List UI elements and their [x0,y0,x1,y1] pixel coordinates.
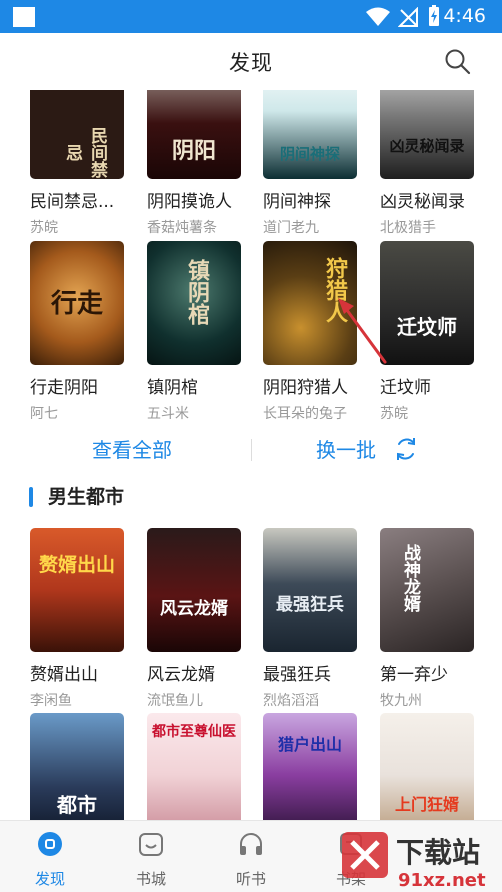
book-card[interactable]: 战神龙婿 第一弃少 牧九州 [380,528,474,710]
list-actions: 查看全部 换一批 [0,430,502,470]
book-cover[interactable]: 阴间神探 [263,90,357,179]
section-accent-bar [29,487,33,507]
view-all-button[interactable]: 查看全部 [92,434,172,463]
book-title[interactable]: 凶灵秘闻录 [380,187,490,212]
divider [251,439,252,461]
book-title[interactable]: 最强狂兵 [263,660,373,685]
book-card[interactable]: 猎户出山 [263,713,357,820]
book-title[interactable]: 赘婿出山 [30,660,140,685]
book-title[interactable]: 迁坟师 [380,373,490,398]
book-title[interactable]: 镇阴棺 [147,373,257,398]
book-author: 牧九州 [380,693,422,709]
site-watermark: 下载站 91xz.net [342,832,486,891]
page-title: 发现 [229,51,273,75]
book-author: 阿七 [30,406,58,422]
book-card[interactable]: 风云龙婿 风云龙婿 流氓鱼儿 [147,528,241,710]
book-title[interactable]: 民间禁忌... [30,187,140,212]
status-bar: 4:46 [0,0,502,33]
book-author: 苏皖 [380,406,408,422]
book-cover[interactable]: 战神龙婿 [380,528,474,652]
book-cover[interactable]: 赘婿出山 [30,528,124,652]
book-cover[interactable]: 风云龙婿 [147,528,241,652]
book-cover[interactable]: 都市至尊仙医 [147,713,241,820]
book-cover[interactable]: 最强狂兵 [263,528,357,652]
tab-label: 书城 [135,870,166,888]
book-cover[interactable]: 阴阳 [147,90,241,179]
headphones-icon [240,833,262,855]
refresh-button[interactable]: 换一批 [316,434,376,463]
tab-bookstore[interactable]: 书城 [111,821,191,892]
bookstore-icon [139,833,163,856]
book-author: 烈焰滔滔 [263,693,319,709]
book-card[interactable]: 都市 [30,713,124,820]
book-cover[interactable]: 行走 [30,241,124,365]
discover-content: 民间禁忌 民间禁忌... 苏皖 阴阳 阴阳摸诡人 香菇炖薯条 阴间神探 阴间神探… [0,90,502,820]
book-author: 北极猎手 [380,220,436,236]
book-cover[interactable]: 镇阴棺 [147,241,241,365]
notification-icon [13,7,35,27]
battery-icon [429,5,439,26]
book-card[interactable]: 民间禁忌 民间禁忌... 苏皖 [30,90,124,237]
book-cover[interactable]: 凶灵秘闻录 [380,90,474,179]
book-card[interactable]: 阴间神探 阴间神探 道门老九 [263,90,357,237]
book-author: 流氓鱼儿 [147,693,203,709]
book-cover[interactable]: 都市 [30,713,124,820]
book-card[interactable]: 镇阴棺 镇阴棺 五斗米 [147,241,241,423]
book-card[interactable]: 凶灵秘闻录 凶灵秘闻录 北极猎手 [380,90,474,237]
search-icon[interactable] [444,48,472,76]
discover-icon [38,832,62,856]
book-card[interactable]: 赘婿出山 赘婿出山 李闲鱼 [30,528,124,710]
book-card[interactable]: 上门狂婿 [380,713,474,820]
no-signal-icon [398,7,418,27]
book-title[interactable]: 第一弃少 [380,660,490,685]
tab-audiobook[interactable]: 听书 [211,821,291,892]
book-title[interactable]: 阴阳狩猎人 [263,373,373,398]
book-author: 香菇炖薯条 [147,220,217,236]
app-bar: 发现 [0,33,502,90]
tab-label: 发现 [34,870,65,888]
section-title: 男生都市 [48,486,125,508]
book-card[interactable]: 阴阳 阴阳摸诡人 香菇炖薯条 [147,90,241,237]
book-card[interactable]: 行走 行走阴阳 阿七 [30,241,124,423]
book-cover[interactable]: 猎户出山 [263,713,357,820]
book-author: 道门老九 [263,220,319,236]
refresh-icon[interactable] [393,436,419,462]
annotation-arrow-icon [338,298,387,364]
book-author: 苏皖 [30,220,58,236]
book-title[interactable]: 风云龙婿 [147,660,257,685]
tab-label: 听书 [235,870,266,888]
book-author: 五斗米 [147,406,189,422]
book-author: 长耳朵的兔子 [263,406,347,422]
book-card[interactable]: 最强狂兵 最强狂兵 烈焰滔滔 [263,528,357,710]
book-cover[interactable]: 民间禁忌 [30,90,124,179]
book-title[interactable]: 阴阳摸诡人 [147,187,257,212]
svg-text:91xz.net: 91xz.net [398,870,486,891]
book-title[interactable]: 行走阴阳 [30,373,140,398]
status-time: 4:46 [443,5,486,27]
tab-discover[interactable]: 发现 [10,821,90,892]
wifi-icon [366,7,390,26]
book-author: 李闲鱼 [30,693,72,709]
svg-text:下载站: 下载站 [396,836,480,869]
book-title[interactable]: 阴间神探 [263,187,373,212]
book-card[interactable]: 都市至尊仙医 [147,713,241,820]
book-cover[interactable]: 上门狂婿 [380,713,474,820]
